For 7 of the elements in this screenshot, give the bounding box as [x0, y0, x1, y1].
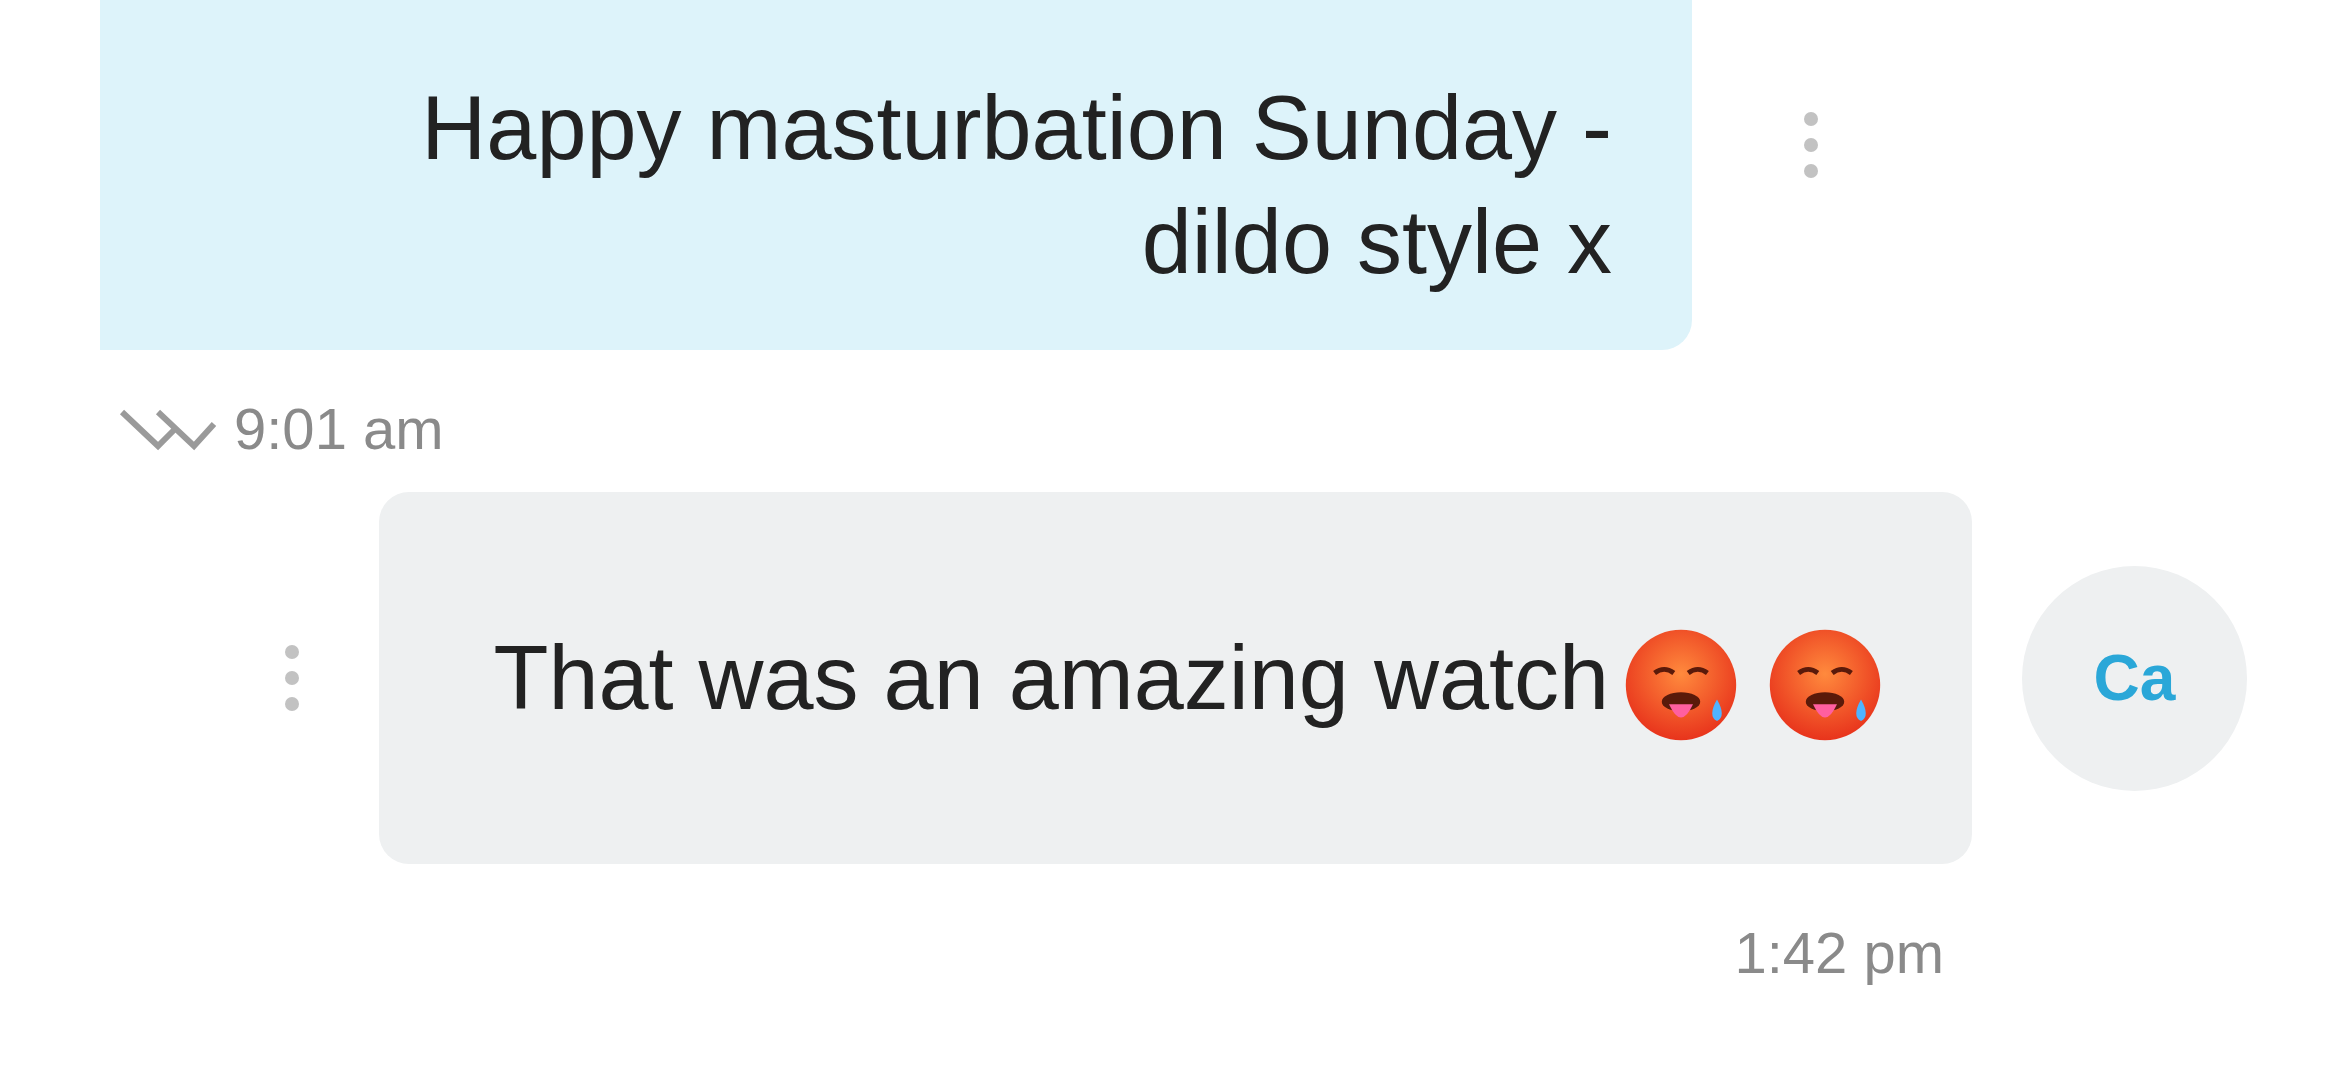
avatar[interactable]: Ca — [2022, 565, 2247, 791]
message-time: 9:01 am — [234, 395, 444, 463]
more-options-icon[interactable] — [1802, 110, 1820, 180]
message-bubble: Happy masturbation Sunday - dildo style x — [100, 0, 1692, 350]
message-text: That was an amazing watch — [493, 628, 1609, 728]
message-time: 1:42 pm — [1734, 919, 1944, 987]
more-options-icon[interactable] — [283, 643, 301, 713]
